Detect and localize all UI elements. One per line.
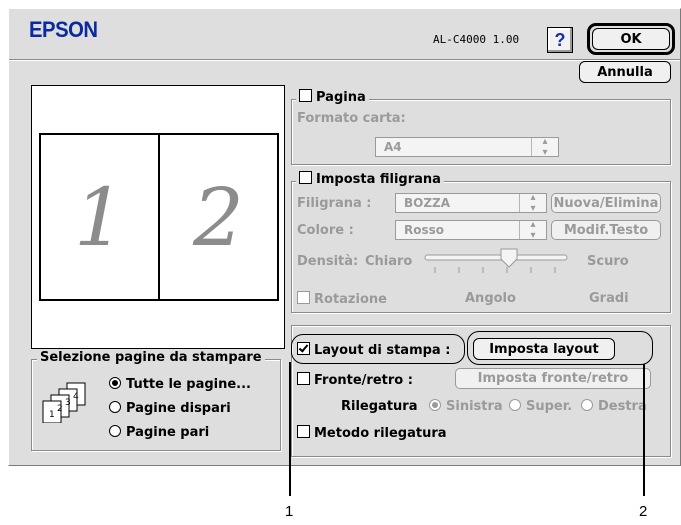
popup-arrows-icon: ▴ ▾ <box>531 136 558 158</box>
paper-size-label: Formato carta: <box>297 111 406 126</box>
checkbox-indicator <box>297 425 310 438</box>
binding-label: Rilegatura <box>341 399 418 414</box>
angle-label: Angolo <box>465 291 516 306</box>
watermark-popup[interactable]: BOZZA ▴ ▾ <box>395 192 547 214</box>
checkbox-indicator <box>299 89 312 102</box>
ok-button[interactable]: OK <box>592 28 670 50</box>
popup-arrows-icon: ▴ ▾ <box>519 192 546 214</box>
binding-right-radio[interactable]: Destra <box>581 399 647 414</box>
svg-text:4: 4 <box>73 392 79 402</box>
callout-1-outline <box>291 334 465 364</box>
model-version-label: AL-C4000 1.00 <box>433 33 520 46</box>
epson-logo: EPSON <box>29 17 98 42</box>
binding-left-radio[interactable]: Sinistra <box>429 399 503 414</box>
callout-2-outline <box>467 331 653 365</box>
duplex-checkbox[interactable]: Fronte/retro : <box>297 372 413 388</box>
radio-odd-pages[interactable]: Pagine dispari <box>109 401 231 416</box>
degrees-label: Gradi <box>589 291 629 306</box>
pages-stack-icon: 1 2 3 4 <box>42 382 86 423</box>
radio-indicator <box>109 425 121 437</box>
radio-all-pages[interactable]: Tutte le pagine... <box>109 377 251 392</box>
callout-1-leader <box>289 362 291 496</box>
color-label: Colore : <box>297 223 354 238</box>
checkbox-indicator <box>297 372 310 385</box>
density-dark-label: Scuro <box>587 254 629 269</box>
rotation-checkbox[interactable]: Rotazione <box>297 291 387 307</box>
watermark-label: Filigrana : <box>297 196 372 211</box>
paper-size-popup[interactable]: A4 ▴ ▾ <box>375 136 559 158</box>
checkbox-indicator <box>299 171 312 184</box>
svg-text:3: 3 <box>65 398 71 408</box>
page-selection-title: Selezione pagine da stampare <box>37 350 265 365</box>
radio-indicator <box>109 401 121 413</box>
header-divider <box>9 59 680 61</box>
binding-method-checkbox[interactable]: Metodo rilegatura <box>297 425 447 441</box>
print-settings-dialog: EPSON AL-C4000 1.00 ? OK Annulla 1 2 Sel… <box>8 8 681 466</box>
callout-2-leader <box>643 364 645 496</box>
duplex-settings-button[interactable]: Imposta fronte/retro <box>455 368 651 389</box>
new-delete-button[interactable]: Nuova/Elimina <box>551 193 661 213</box>
cancel-button[interactable]: Annulla <box>579 61 671 83</box>
checkbox-indicator <box>297 291 310 304</box>
svg-text:1: 1 <box>49 410 55 420</box>
callout-1-number: 1 <box>285 503 294 520</box>
help-icon: ? <box>554 29 566 50</box>
edit-text-button[interactable]: Modif.Testo <box>551 220 661 240</box>
preview-sheet: 1 2 <box>39 133 279 301</box>
radio-indicator <box>581 399 593 411</box>
radio-indicator <box>109 377 121 389</box>
color-popup[interactable]: Rosso ▴ ▾ <box>395 219 547 241</box>
density-slider[interactable] <box>423 245 569 279</box>
radio-even-pages[interactable]: Pagine pari <box>109 425 209 440</box>
pagina-checkbox[interactable]: Pagina <box>296 89 369 105</box>
preview-page-2: 2 <box>193 170 244 264</box>
callout-2-number: 2 <box>639 503 648 520</box>
help-button[interactable]: ? <box>547 27 573 53</box>
watermark-checkbox[interactable]: Imposta filigrana <box>296 171 444 187</box>
binding-top-radio[interactable]: Super. <box>509 399 572 414</box>
svg-text:2: 2 <box>57 404 63 414</box>
radio-indicator <box>509 399 521 411</box>
radio-indicator <box>429 399 441 411</box>
popup-arrows-icon: ▴ ▾ <box>519 219 546 241</box>
preview-page-1: 1 <box>41 135 160 299</box>
density-light-label: Chiaro <box>365 254 413 269</box>
density-label: Densità: <box>297 254 359 269</box>
